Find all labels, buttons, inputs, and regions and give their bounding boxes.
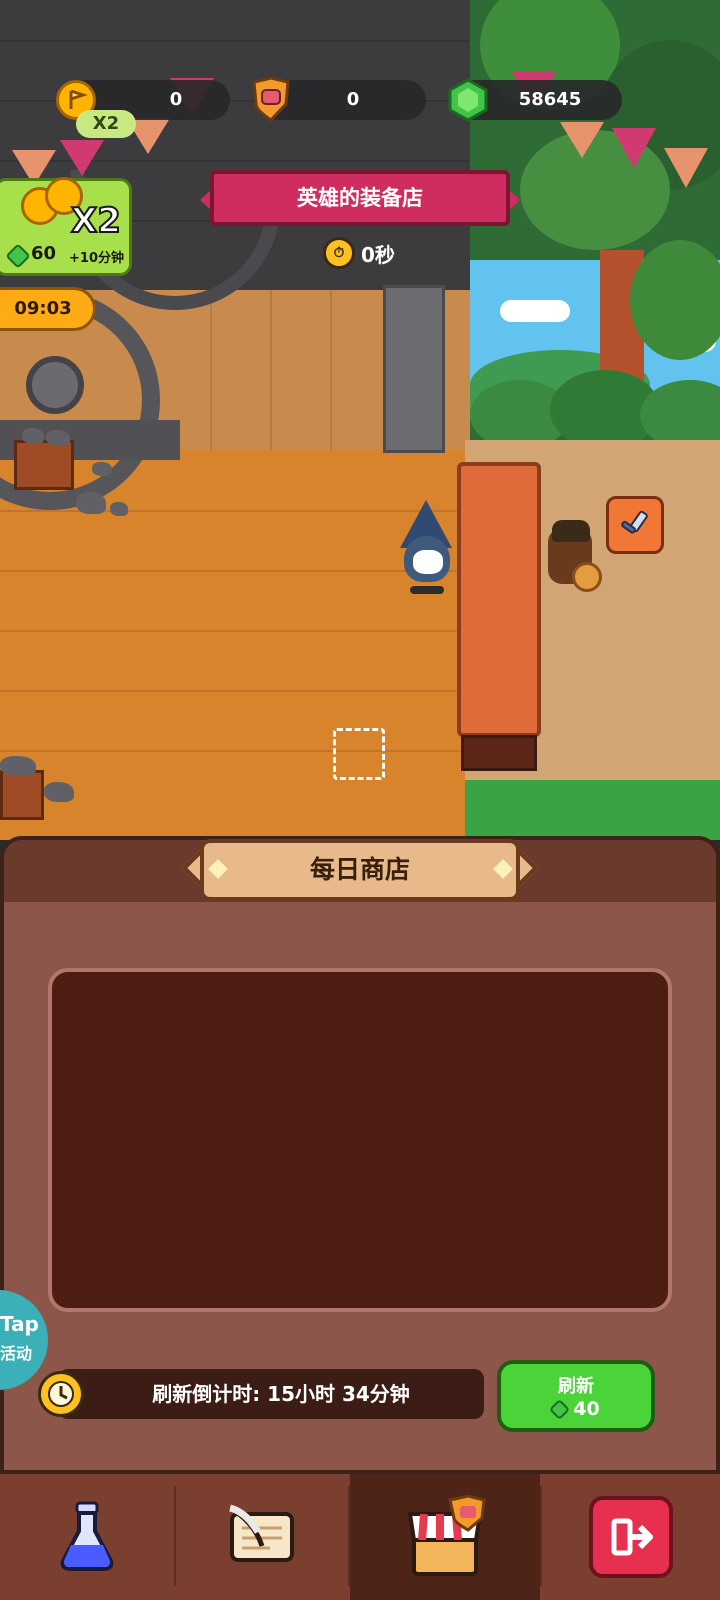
exit-button[interactable] bbox=[589, 1496, 673, 1578]
bottom-nav bbox=[0, 1470, 720, 1600]
shop-timer-value: 0秒 bbox=[361, 242, 395, 267]
coin-multiplier-badge: X2 bbox=[76, 110, 136, 138]
refresh-label: 刷新 bbox=[558, 1376, 594, 1397]
gem-icon bbox=[549, 1398, 571, 1420]
nav-tab-potion[interactable] bbox=[0, 1474, 174, 1600]
trophy-value: 0 bbox=[346, 89, 360, 110]
wizard-cat-shopkeeper[interactable] bbox=[396, 496, 458, 598]
nav-tab-quests[interactable] bbox=[176, 1474, 348, 1600]
helmet bbox=[552, 520, 590, 542]
gem-icon bbox=[5, 243, 31, 269]
clock-icon bbox=[38, 1371, 84, 1417]
exit-icon bbox=[611, 1518, 653, 1556]
grass bbox=[465, 780, 720, 840]
nav-tab-shop[interactable] bbox=[350, 1474, 540, 1600]
empty-item-slot[interactable] bbox=[333, 728, 385, 780]
nav-tab-exit[interactable] bbox=[542, 1474, 720, 1600]
shop-title-banner: 英雄的装备店 bbox=[210, 170, 510, 226]
stone-pillar bbox=[383, 285, 445, 453]
sword-request-bubble[interactable] bbox=[606, 496, 664, 554]
boost-cost: 60 bbox=[31, 243, 57, 264]
potion-icon bbox=[60, 1501, 114, 1571]
refresh-button[interactable]: 刷新 40 bbox=[497, 1360, 655, 1432]
scroll-quill-icon bbox=[228, 1504, 294, 1562]
ore-crate bbox=[0, 770, 44, 820]
daily-shop-title: 每日商店 bbox=[200, 839, 520, 901]
hero-shield-icon bbox=[250, 76, 292, 122]
sword-icon bbox=[621, 510, 648, 534]
hero-customer[interactable] bbox=[540, 516, 610, 600]
boost-bonus: +10分钟 bbox=[69, 251, 124, 266]
shop-stall-icon bbox=[407, 1494, 486, 1576]
refresh-cost: 40 bbox=[573, 1398, 600, 1420]
ore-crate bbox=[14, 440, 74, 490]
boost-timer: 09:03 bbox=[0, 287, 96, 331]
shield bbox=[572, 562, 602, 592]
coin-value: 0 bbox=[169, 89, 183, 110]
shop-counter bbox=[457, 462, 541, 737]
boost-multiplier: X2 bbox=[70, 200, 122, 242]
shop-timer: ⏱ 0秒 bbox=[323, 235, 395, 271]
shop-items-area bbox=[48, 968, 672, 1312]
coin-boost-card[interactable]: X2 60 +10分钟 bbox=[0, 177, 132, 276]
refresh-countdown: 刷新倒计时: 15小时 34分钟 bbox=[58, 1369, 484, 1419]
gem-icon bbox=[446, 78, 490, 122]
clock-icon: ⏱ bbox=[323, 237, 355, 269]
gem-value: 58645 bbox=[518, 89, 582, 110]
